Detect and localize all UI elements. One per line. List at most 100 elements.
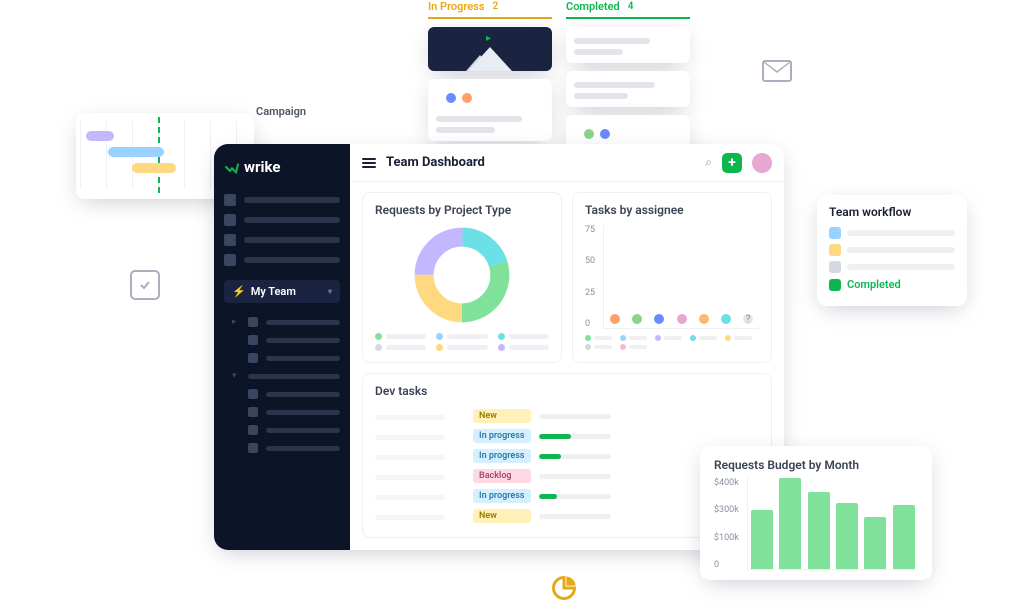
kanban-col-count: 2 [488, 1, 502, 12]
team-selector[interactable]: ⚡ My Team ▾ [224, 280, 340, 303]
team-label: My Team [251, 285, 296, 298]
kanban-col-header: Completed 4 [566, 0, 690, 19]
sidebar-item[interactable]: ▸ [224, 313, 340, 331]
y-axis: 0$100k$300k$400k [714, 478, 739, 570]
feature-image: ▸ [428, 27, 552, 71]
budget-bars [747, 478, 918, 570]
budget-bar [751, 510, 773, 569]
workflow-completed-label: Completed [847, 278, 901, 291]
budget-bar [893, 505, 915, 569]
kanban-col-completed: Completed 4 [566, 0, 690, 166]
bolt-icon: ⚡ [232, 285, 246, 298]
kanban-col-count: 4 [624, 1, 638, 12]
workflow-row [829, 244, 955, 256]
logo[interactable]: wrike [224, 158, 340, 176]
budget-bar [864, 517, 886, 569]
add-button[interactable]: + [722, 153, 742, 173]
menu-icon[interactable] [362, 158, 376, 168]
avatar [652, 312, 666, 326]
task-row[interactable]: In progress [375, 426, 759, 446]
requests-by-type-card: Requests by Project Type [362, 192, 562, 363]
team-workflow-card: Team workflow Completed [817, 195, 967, 306]
status-pill: New [473, 509, 531, 523]
nav-item[interactable] [224, 190, 340, 210]
doc-icon [248, 407, 258, 417]
color-swatch [829, 227, 841, 239]
workflow-row [829, 227, 955, 239]
sidebar-item[interactable] [224, 349, 340, 367]
avatar [675, 312, 689, 326]
sidebar-item[interactable] [224, 421, 340, 439]
avatar [598, 127, 612, 141]
home-icon [224, 194, 236, 206]
avatar [719, 312, 733, 326]
logo-text: wrike [244, 158, 280, 176]
budget-bar [779, 478, 801, 569]
sidebar-item[interactable] [224, 439, 340, 457]
doc-icon [248, 389, 258, 399]
avatar [460, 91, 474, 105]
gantt-bar[interactable] [86, 131, 114, 141]
grid-icon [224, 254, 236, 266]
stacked-bars: ? [603, 225, 759, 329]
house-icon [248, 425, 258, 435]
nav-item[interactable] [224, 210, 340, 230]
card-title: Requests by Project Type [375, 203, 549, 217]
sidebar-item[interactable] [224, 331, 340, 349]
avatar [630, 312, 644, 326]
sidebar-item[interactable] [224, 403, 340, 421]
workflow-row [829, 261, 955, 273]
progress-bar [539, 414, 611, 419]
progress-bar [539, 454, 611, 459]
avatar [608, 312, 622, 326]
user-avatar[interactable] [752, 153, 772, 173]
status-pill: In progress [473, 489, 531, 503]
card-title: Dev tasks [375, 384, 759, 398]
status-pill: In progress [473, 449, 531, 463]
kanban-card-feature[interactable]: ▸ [428, 27, 552, 71]
sidebar: wrike ⚡ My Team ▾ ▸ ▾ [214, 144, 350, 550]
mail-icon [762, 60, 792, 82]
donut-legend [375, 333, 549, 351]
gantt-label: Campaign [256, 105, 306, 118]
task-row[interactable]: New [375, 406, 759, 426]
color-swatch [829, 279, 841, 291]
list-icon [224, 214, 236, 226]
pie-chart-icon [550, 574, 578, 602]
avatar [582, 127, 596, 141]
status-pill: In progress [473, 429, 531, 443]
kanban-card[interactable] [566, 71, 690, 107]
doc-icon [248, 443, 258, 453]
color-swatch [829, 244, 841, 256]
kanban-card[interactable] [428, 79, 552, 141]
board-icon [224, 234, 236, 246]
budget-bar [836, 503, 858, 569]
folder-icon [248, 317, 258, 327]
avatar [697, 312, 711, 326]
color-swatch [829, 261, 841, 273]
app-window: wrike ⚡ My Team ▾ ▸ ▾ Team Dashboard ⌕ + [214, 144, 784, 550]
progress-bar [539, 434, 611, 439]
workflow-row-completed: Completed [829, 278, 955, 291]
kanban-col-label: In Progress [428, 0, 484, 13]
card-title: Team workflow [829, 205, 955, 219]
status-pill: Backlog [473, 469, 531, 483]
nav-item[interactable] [224, 250, 340, 270]
card-title: Tasks by assignee [585, 203, 759, 217]
sidebar-item[interactable] [224, 385, 340, 403]
gantt-bar[interactable] [132, 163, 176, 173]
topbar: Team Dashboard ⌕ + [350, 144, 784, 182]
card-title: Requests Budget by Month [714, 458, 918, 472]
search-icon[interactable]: ⌕ [705, 155, 712, 170]
progress-bar [539, 474, 611, 479]
nav-item[interactable] [224, 230, 340, 250]
page-title: Team Dashboard [386, 155, 695, 170]
progress-bar [539, 494, 611, 499]
gantt-bar[interactable] [108, 147, 164, 157]
budget-bar [808, 492, 830, 569]
sidebar-item[interactable]: ▾ [224, 367, 340, 385]
calendar-icon [248, 335, 258, 345]
progress-bar [539, 514, 611, 519]
avatar: ? [741, 312, 755, 326]
kanban-card[interactable] [566, 27, 690, 63]
